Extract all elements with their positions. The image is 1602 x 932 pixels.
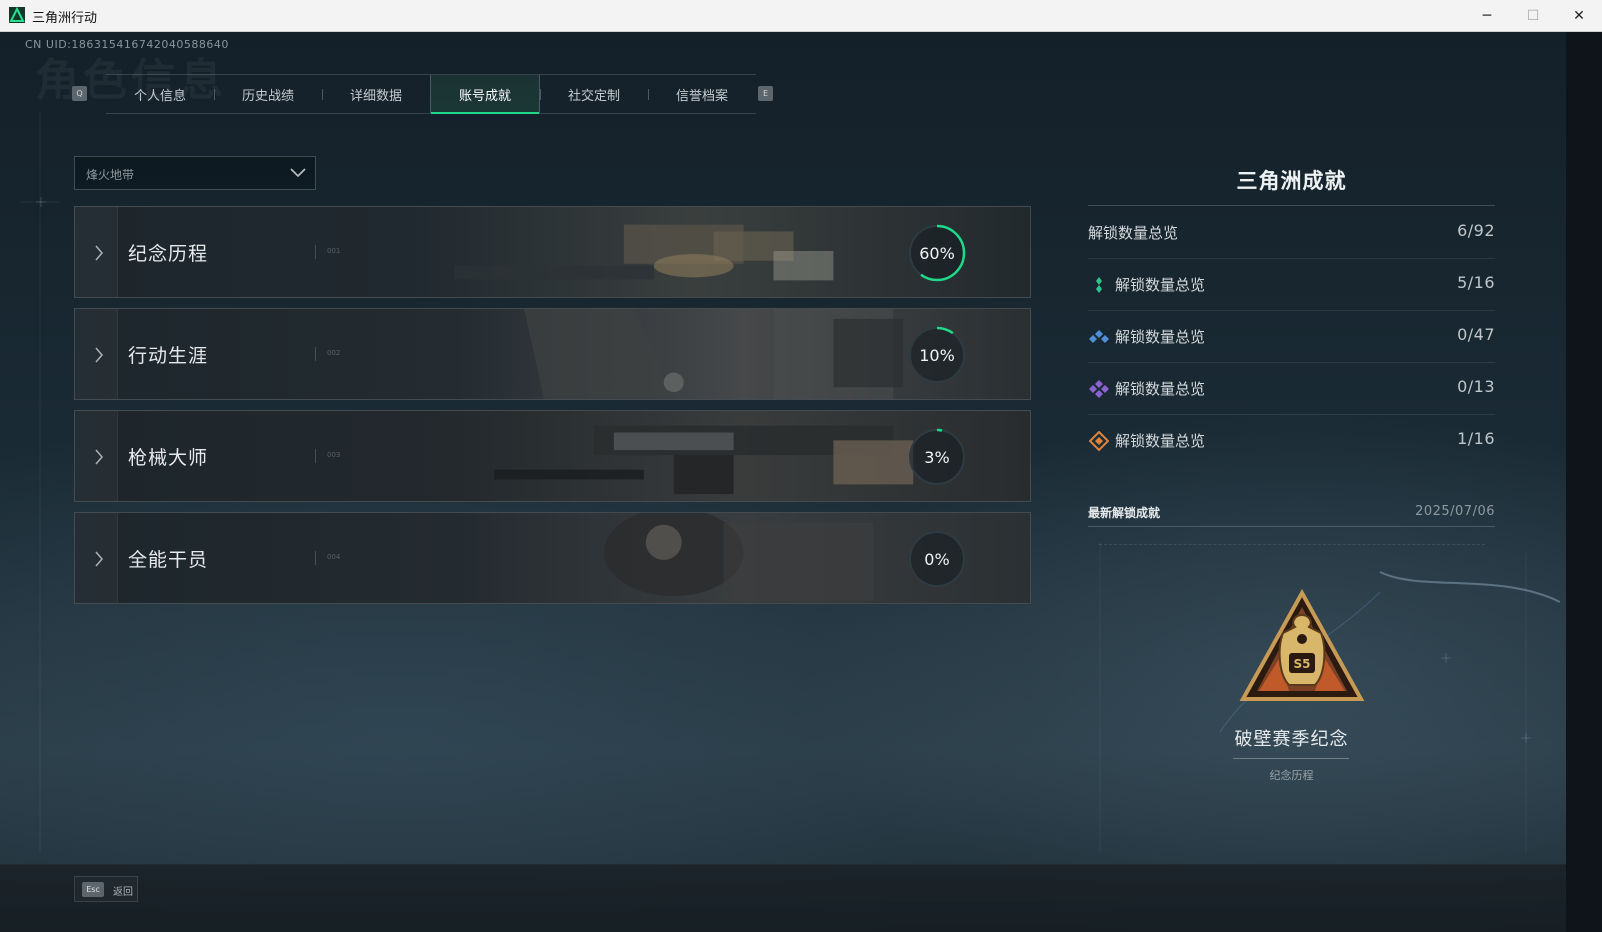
summary-count: 0/47 xyxy=(1457,325,1495,344)
mode-select-value: 烽火地带 xyxy=(86,168,135,182)
summary-row-green: 解锁数量总览 5/16 xyxy=(1088,258,1495,310)
summary-label: 解锁数量总览 xyxy=(1115,432,1206,450)
next-tab-key-hint[interactable]: E xyxy=(758,86,773,101)
achievement-category-list: 纪念历程 001 60% 行动生涯 002 10% 枪械大师 003 3% 全能… xyxy=(74,206,1031,614)
chevron-right-icon xyxy=(95,347,103,363)
esc-key-hint: Esc xyxy=(82,882,104,897)
footer-bar: Esc 返回 xyxy=(0,864,1602,932)
user-uid: CN UID:186315416742040588640 xyxy=(25,38,229,51)
prev-tab-key-hint[interactable]: Q xyxy=(72,86,87,101)
summary-count: 1/16 xyxy=(1457,429,1495,448)
chevron-right-icon xyxy=(95,245,103,261)
latest-achievement-date: 2025/07/06 xyxy=(1415,504,1495,519)
tab-bar: 个人信息 历史战绩 详细数据 账号成就 社交定制 信誉档案 xyxy=(106,74,756,114)
window-right-edge xyxy=(1566,32,1602,932)
back-label: 返回 xyxy=(113,887,133,898)
category-name: 枪械大师 xyxy=(128,447,209,469)
category-index: 003 xyxy=(327,451,341,459)
summary-label: 解锁数量总览 xyxy=(1115,276,1206,294)
back-button[interactable]: Esc 返回 xyxy=(74,876,138,902)
category-card-all-rounder[interactable]: 全能干员 004 0% xyxy=(74,512,1031,604)
card-divider xyxy=(315,449,316,463)
blue-rank-icon xyxy=(1089,330,1109,343)
category-banner-image xyxy=(75,309,1030,399)
badge-number: S5 xyxy=(1294,657,1311,671)
chevron-down-icon xyxy=(290,168,306,178)
summary-row-orange: 解锁数量总览 1/16 xyxy=(1088,414,1495,466)
progress-percent: 3% xyxy=(924,447,950,467)
tab-credit-record[interactable]: 信誉档案 xyxy=(648,75,756,113)
chevron-right-icon xyxy=(95,551,103,567)
category-card-memorial[interactable]: 纪念历程 001 60% xyxy=(74,206,1031,298)
category-card-career[interactable]: 行动生涯 002 10% xyxy=(74,308,1031,400)
summary-label: 解锁数量总览 xyxy=(1088,224,1179,242)
category-card-weapon-master[interactable]: 枪械大师 003 3% xyxy=(74,410,1031,502)
category-banner-image xyxy=(75,513,1030,603)
window-titlebar: 三角洲行动 ─ ☐ ✕ xyxy=(0,0,1602,32)
achievement-summary-panel: 三角洲成就 解锁数量总览 6/92 解锁数量总览 5/16 解锁数量总览 0/4… xyxy=(1088,32,1495,892)
category-banner-image xyxy=(75,207,1030,297)
latest-badge-category: 纪念历程 xyxy=(1269,769,1314,782)
app-logo-icon xyxy=(9,7,25,23)
card-divider xyxy=(315,551,316,565)
tab-achievements[interactable]: 账号成就 xyxy=(430,75,540,114)
chevron-right-icon xyxy=(95,449,103,465)
orange-rank-icon xyxy=(1089,431,1109,451)
tab-social-customize[interactable]: 社交定制 xyxy=(540,75,648,113)
latest-badge-name: 破壁赛季纪念 xyxy=(1234,729,1349,750)
category-name: 行动生涯 xyxy=(128,345,209,367)
card-divider xyxy=(315,245,316,259)
category-index: 002 xyxy=(327,349,341,357)
minimize-button[interactable]: ─ xyxy=(1464,0,1510,31)
maximize-button[interactable]: ☐ xyxy=(1510,0,1556,31)
summary-title: 三角洲成就 xyxy=(1236,169,1347,193)
summary-count: 0/13 xyxy=(1457,377,1495,396)
summary-count: 5/16 xyxy=(1457,273,1495,292)
mode-select-dropdown[interactable]: 烽火地带 xyxy=(74,156,316,190)
green-rank-icon xyxy=(1096,277,1102,293)
category-index: 001 xyxy=(327,247,341,255)
badge-divider xyxy=(1233,758,1349,759)
summary-row-overall: 解锁数量总览 6/92 xyxy=(1088,206,1495,258)
season-badge-icon: S5 xyxy=(1239,589,1365,701)
latest-divider xyxy=(1088,526,1495,527)
card-divider xyxy=(315,347,316,361)
game-viewport: 角色信息 CN UID:186315416742040588640 Q 个人信息… xyxy=(0,32,1602,932)
summary-label: 解锁数量总览 xyxy=(1115,328,1206,346)
latest-achievement-label: 最新解锁成就 xyxy=(1088,506,1161,520)
progress-percent: 0% xyxy=(924,549,950,569)
progress-percent: 10% xyxy=(919,345,955,365)
tab-personal-info[interactable]: 个人信息 xyxy=(106,75,214,113)
summary-label: 解锁数量总览 xyxy=(1115,380,1206,398)
category-index: 004 xyxy=(327,553,341,561)
summary-row-blue: 解锁数量总览 0/47 xyxy=(1088,310,1495,362)
category-banner-image xyxy=(75,411,1030,501)
window-title: 三角洲行动 xyxy=(32,11,98,26)
purple-rank-icon xyxy=(1089,380,1109,398)
close-button[interactable]: ✕ xyxy=(1556,0,1602,31)
category-name: 纪念历程 xyxy=(128,243,209,265)
tab-match-history[interactable]: 历史战绩 xyxy=(214,75,322,113)
summary-count: 6/92 xyxy=(1457,221,1495,240)
tab-detailed-data[interactable]: 详细数据 xyxy=(322,75,430,113)
summary-row-purple: 解锁数量总览 0/13 xyxy=(1088,362,1495,414)
progress-percent: 60% xyxy=(919,243,955,263)
category-name: 全能干员 xyxy=(128,549,209,571)
